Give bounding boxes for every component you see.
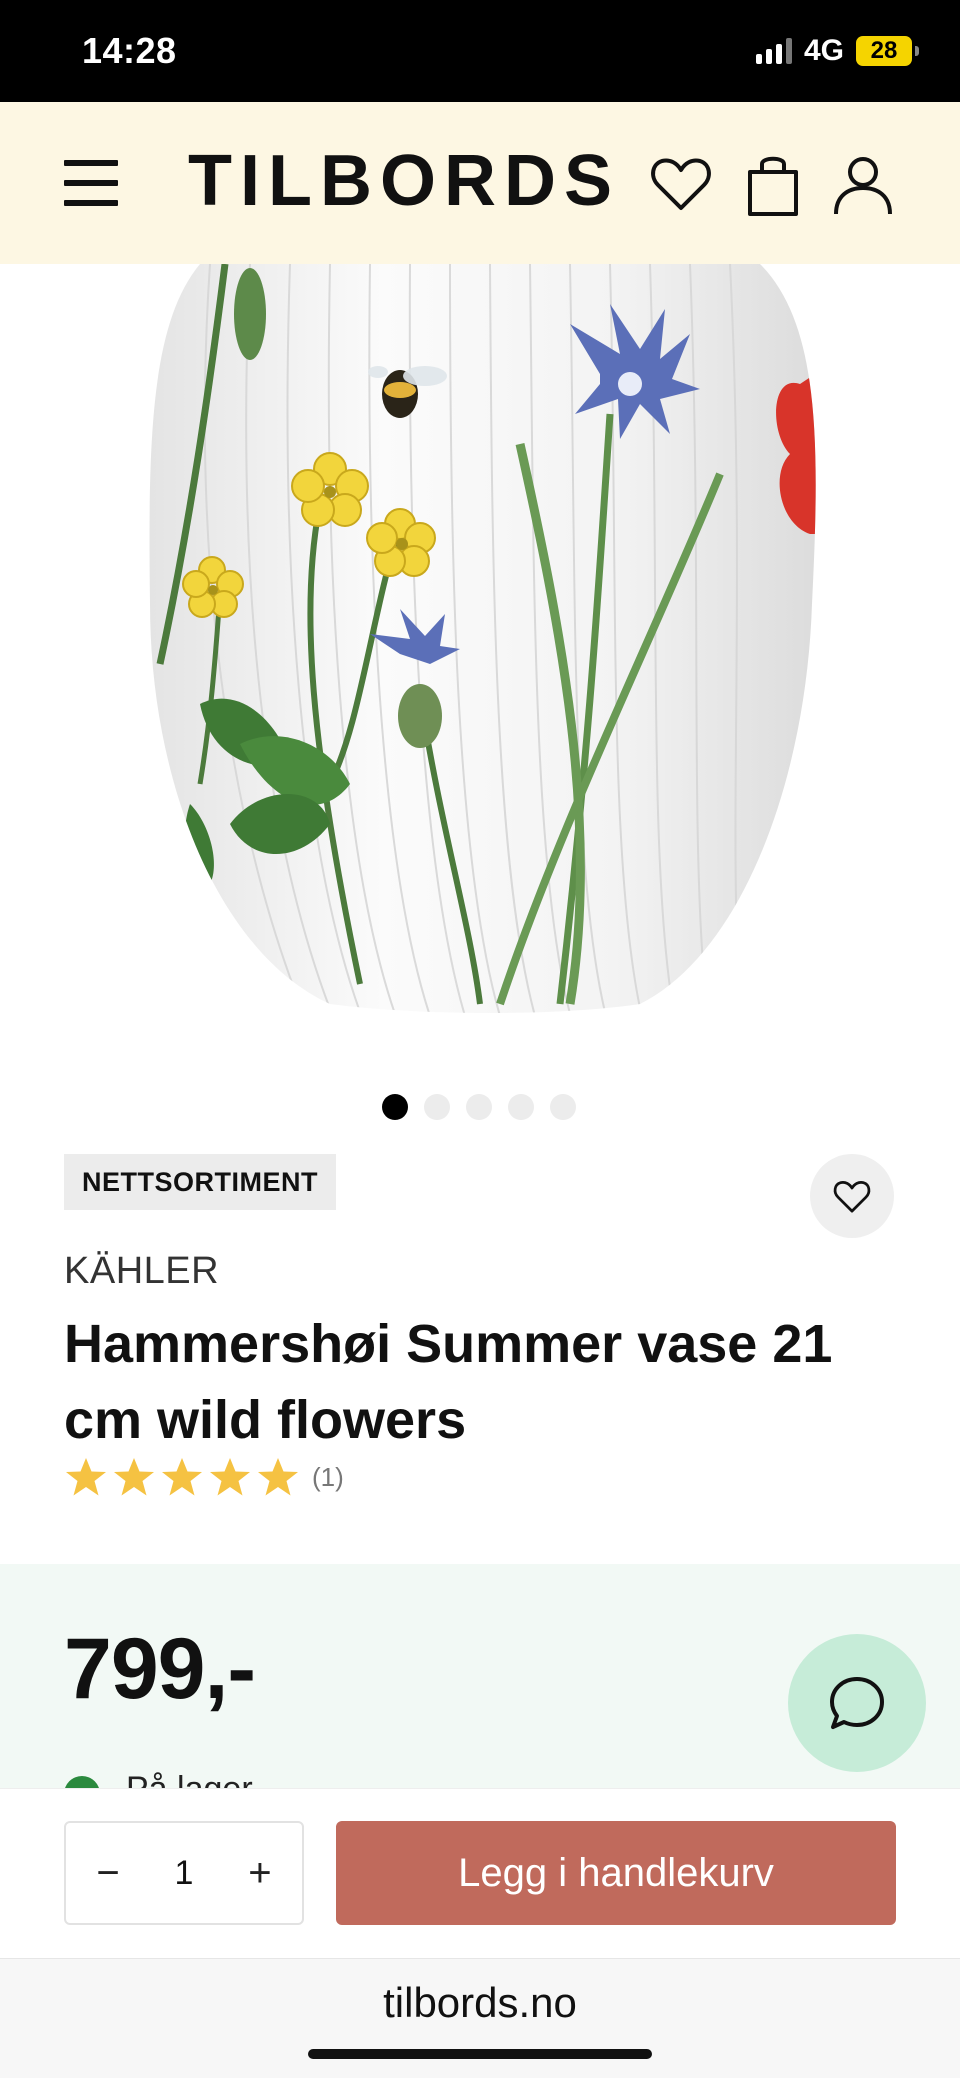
decrement-button[interactable]: − xyxy=(88,1853,128,1893)
chat-bubble-icon xyxy=(830,1677,884,1729)
carousel-dot[interactable] xyxy=(550,1094,576,1120)
network-label: 4G xyxy=(803,34,844,67)
site-header: TILBORDS xyxy=(0,102,960,264)
quantity-value[interactable]: 1 xyxy=(175,1854,194,1893)
product-title: Hammershøi Summer vase 21 cm wild flower… xyxy=(64,1314,833,1450)
carousel-dot[interactable] xyxy=(466,1094,492,1120)
carousel-dot[interactable] xyxy=(508,1094,534,1120)
add-to-wishlist-button[interactable] xyxy=(810,1154,894,1238)
battery-icon: 28 xyxy=(856,36,919,66)
shopping-bag-icon[interactable] xyxy=(740,152,806,218)
url-text[interactable]: tilbords.no xyxy=(0,1979,960,2027)
browser-url-bar[interactable]: tilbords.no xyxy=(0,1958,960,2078)
star-icon xyxy=(258,1458,298,1496)
signal-icon xyxy=(755,38,792,64)
carousel-dot[interactable] xyxy=(424,1094,450,1120)
image-carousel-dots xyxy=(382,1094,576,1120)
review-count: (1) xyxy=(312,1461,344,1492)
product-image[interactable] xyxy=(0,264,960,1064)
increment-button[interactable]: + xyxy=(240,1853,280,1893)
heart-icon xyxy=(833,1181,871,1213)
vase-illustration xyxy=(149,264,816,1013)
purchase-bar: − 1 + Legg i handlekurv xyxy=(0,1788,960,1958)
hamburger-menu-icon[interactable] xyxy=(64,160,118,206)
user-icon[interactable] xyxy=(830,152,896,218)
product-brand[interactable]: KÄHLER xyxy=(64,1250,219,1293)
quantity-stepper: − 1 + xyxy=(64,1821,304,1925)
product-rating[interactable]: (1) xyxy=(64,1456,344,1498)
home-indicator[interactable] xyxy=(308,2049,652,2059)
star-icon xyxy=(162,1458,202,1496)
carousel-dot[interactable] xyxy=(382,1094,408,1120)
site-logo[interactable]: TILBORDS xyxy=(188,140,620,222)
star-icon xyxy=(114,1458,154,1496)
add-to-cart-button[interactable]: Legg i handlekurv xyxy=(336,1821,896,1925)
battery-level: 28 xyxy=(870,37,898,64)
product-badge: NETTSORTIMENT xyxy=(64,1154,336,1210)
status-bar: 14:28 4G 28 xyxy=(0,0,960,102)
star-icon xyxy=(210,1458,250,1496)
status-indicators: 4G 28 xyxy=(755,34,919,68)
chat-button[interactable] xyxy=(788,1634,926,1772)
status-time: 14:28 xyxy=(82,30,177,71)
heart-icon[interactable] xyxy=(648,152,714,218)
product-price: 799,- xyxy=(64,1621,256,1717)
star-icon xyxy=(66,1458,106,1496)
